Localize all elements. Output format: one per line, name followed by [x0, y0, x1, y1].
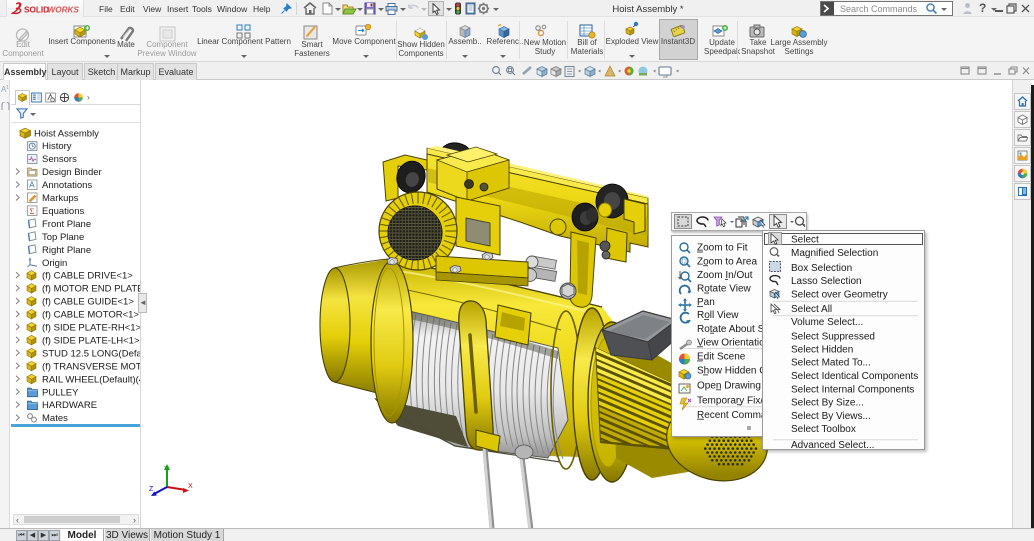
- svg-text:Select over Geometry: Select over Geometry: [791, 289, 888, 300]
- svg-text:Select All: Select All: [791, 304, 832, 315]
- svg-text:Z: Z: [149, 486, 154, 493]
- svg-text:Box Selection: Box Selection: [791, 263, 852, 274]
- svg-text:Zoom to Fit: Zoom to Fit: [697, 243, 748, 254]
- svg-text:SOLID: SOLID: [24, 6, 49, 15]
- svg-text:Select Suppressed: Select Suppressed: [791, 331, 875, 342]
- svg-text:Select Hidden: Select Hidden: [791, 345, 853, 356]
- svg-text:Lasso Selection: Lasso Selection: [791, 276, 862, 287]
- svg-text:Roll View: Roll View: [697, 310, 739, 321]
- svg-text:Magnified Selection: Magnified Selection: [791, 248, 878, 259]
- svg-text:Select: Select: [791, 234, 819, 245]
- svg-text:WORKS: WORKS: [48, 6, 80, 15]
- svg-text:Y: Y: [164, 466, 169, 473]
- svg-text:Advanced Select...: Advanced Select...: [791, 440, 874, 449]
- svg-text:Select By Views...: Select By Views...: [791, 411, 871, 422]
- svg-text:Select Identical Components: Select Identical Components: [791, 371, 918, 382]
- svg-text:Select By Size...: Select By Size...: [791, 398, 864, 409]
- svg-text:Select Toolbox: Select Toolbox: [791, 424, 856, 435]
- svg-text:X: X: [188, 483, 193, 490]
- svg-text:Open Drawing: Open Drawing: [697, 380, 761, 391]
- svg-text:Edit Scene: Edit Scene: [697, 352, 746, 363]
- svg-text:Volume Select...: Volume Select...: [791, 317, 863, 328]
- svg-text:Select Mated To...: Select Mated To...: [791, 358, 871, 369]
- svg-text:Zoom In/Out: Zoom In/Out: [697, 270, 753, 281]
- svg-text:Select Internal Components: Select Internal Components: [791, 385, 914, 396]
